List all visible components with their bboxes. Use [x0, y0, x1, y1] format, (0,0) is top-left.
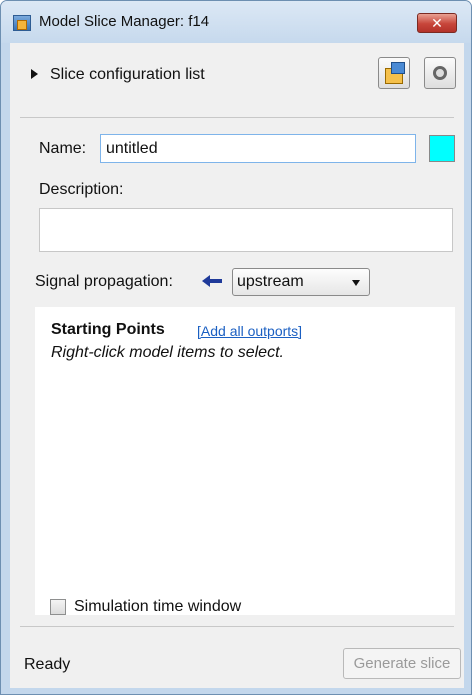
- slice-configuration-row: Slice configuration list: [10, 43, 464, 113]
- add-all-outports-link[interactable]: [Add all outports]: [197, 323, 302, 339]
- simulation-time-window-checkbox[interactable]: [50, 599, 66, 615]
- description-field[interactable]: [39, 208, 453, 252]
- app-icon: [13, 15, 31, 31]
- starting-points-hint: Right-click model items to select.: [51, 344, 284, 361]
- slice-configuration-list-label[interactable]: Slice configuration list: [50, 66, 205, 84]
- signal-propagation-value: upstream: [237, 273, 304, 290]
- close-button[interactable]: ✕: [417, 13, 457, 33]
- content-area: Slice configuration list Name: Descripti…: [10, 43, 464, 688]
- divider: [20, 626, 454, 627]
- highlight-color-swatch[interactable]: [429, 135, 455, 162]
- status-text: Ready: [24, 656, 71, 673]
- settings-gear-icon: [433, 66, 447, 80]
- divider: [20, 117, 454, 118]
- left-arrow-icon: [202, 274, 222, 288]
- starting-points-title: Starting Points: [51, 321, 165, 338]
- starting-points-panel[interactable]: Starting Points [Add all outports] Right…: [35, 307, 455, 615]
- expand-triangle-icon[interactable]: [31, 69, 38, 79]
- settings-button[interactable]: [424, 57, 456, 89]
- window-title: Model Slice Manager: f14: [39, 13, 210, 30]
- chevron-down-icon: [352, 280, 360, 286]
- generate-slice-button[interactable]: Generate slice: [343, 648, 461, 679]
- signal-propagation-label: Signal propagation:: [35, 273, 173, 290]
- refresh-highlight-button[interactable]: [378, 57, 410, 89]
- signal-propagation-select[interactable]: upstream: [232, 268, 370, 296]
- name-field[interactable]: [100, 134, 416, 163]
- description-label: Description:: [39, 181, 124, 198]
- name-label: Name:: [39, 140, 87, 157]
- title-bar: Model Slice Manager: f14 ✕: [1, 1, 471, 43]
- slice-manager-window: Model Slice Manager: f14 ✕ Slice configu…: [0, 0, 472, 695]
- simulation-time-window-label[interactable]: Simulation time window: [74, 598, 241, 616]
